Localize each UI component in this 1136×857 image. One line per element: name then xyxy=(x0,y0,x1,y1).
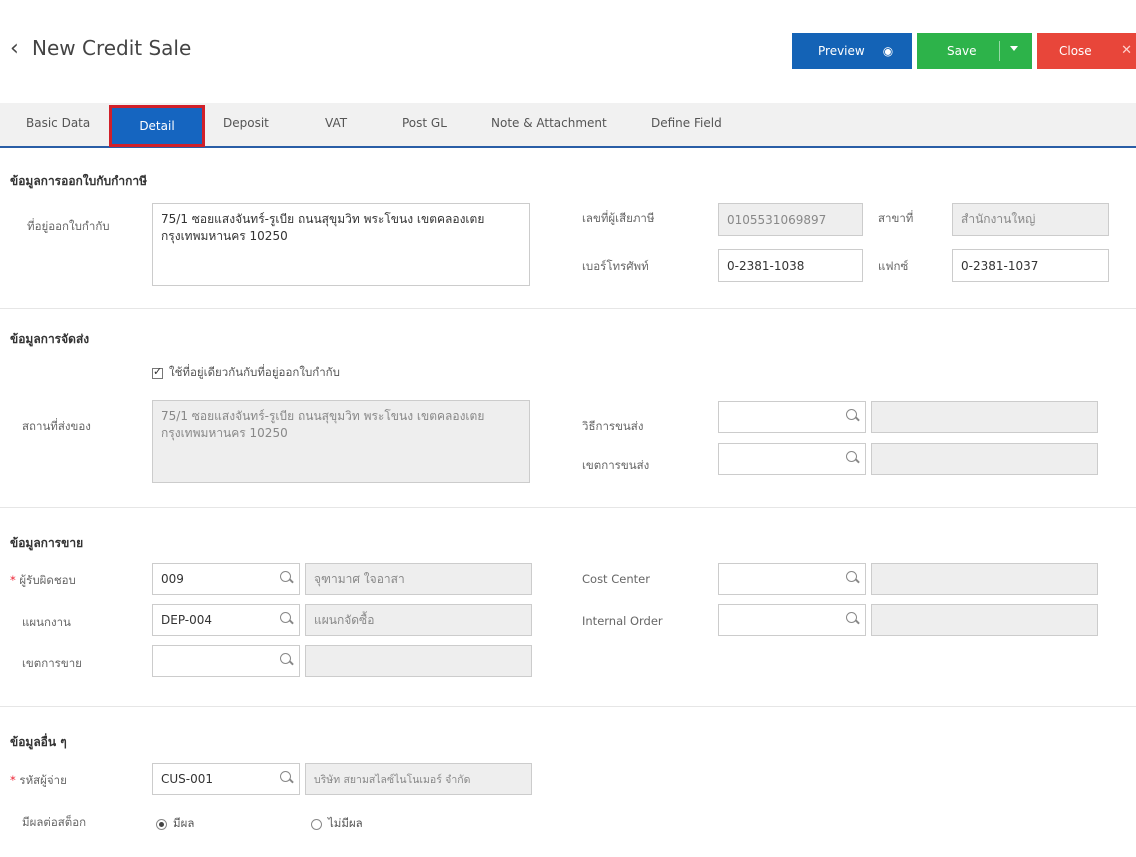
close-button-label: Close xyxy=(1059,44,1092,58)
shipping-zone-label: เขตการขนส่ง xyxy=(582,458,650,472)
internal-order-lookup[interactable] xyxy=(718,604,866,636)
sales-area-lookup[interactable] xyxy=(152,645,300,677)
department-label: แผนกงาน xyxy=(22,615,71,629)
tab-bar: Basic Data Detail Deposit VAT Post GL No… xyxy=(0,103,1136,148)
payer-code: CUS-001 xyxy=(161,772,214,786)
save-button-label: Save xyxy=(947,44,977,58)
same-address-label: ใช้ที่อยู่เดียวกันกับที่อยู่ออกใบกำกับ xyxy=(169,365,340,379)
department-lookup[interactable]: DEP-004 xyxy=(152,604,300,636)
branch-label: สาขาที่ xyxy=(878,211,914,225)
shipping-zone-name xyxy=(871,443,1098,475)
stock-effect-no-radio[interactable]: ไม่มีผล xyxy=(311,815,363,833)
shipping-section-title: ข้อมูลการจัดส่ง xyxy=(10,332,90,346)
stock-effect-no-label: ไม่มีผล xyxy=(328,816,363,830)
save-button[interactable]: Save xyxy=(917,33,1032,69)
phone-label: เบอร์โทรศัพท์ xyxy=(582,259,649,273)
phone-field[interactable]: 0-2381-1038 xyxy=(718,249,863,282)
search-icon[interactable] xyxy=(280,771,291,782)
internal-order-name xyxy=(871,604,1098,636)
eye-icon: ◉ xyxy=(882,44,894,58)
internal-order-label: Internal Order xyxy=(582,614,663,628)
close-icon[interactable]: ✕ xyxy=(1121,43,1132,58)
radio-unselected-icon[interactable] xyxy=(311,818,322,830)
radio-selected-icon[interactable] xyxy=(156,818,167,830)
responsible-code: 009 xyxy=(161,572,184,586)
section-divider xyxy=(0,308,1136,309)
required-marker: * xyxy=(10,573,20,587)
cost-center-lookup[interactable] xyxy=(718,563,866,595)
page-header: ‹ New Credit Sale Preview ◉ Save Close ✕ xyxy=(0,0,1136,98)
department-name: แผนกจัดซื้อ xyxy=(305,604,532,636)
back-chevron-icon[interactable]: ‹ xyxy=(10,36,19,61)
payer-name: บริษัท สยามสไลซ์ไนโนเมอร์ จำกัด xyxy=(305,763,532,795)
department-code: DEP-004 xyxy=(161,613,213,627)
search-icon[interactable] xyxy=(280,653,291,664)
shipping-zone-lookup[interactable] xyxy=(718,443,866,475)
invoice-address-label: ที่อยู่ออกใบกำกับ xyxy=(27,219,110,233)
payer-lookup[interactable]: CUS-001 xyxy=(152,763,300,795)
payer-label-text: รหัสผู้จ่าย xyxy=(19,773,67,787)
fax-field[interactable]: 0-2381-1037 xyxy=(952,249,1109,282)
tab-basic-data[interactable]: Basic Data xyxy=(26,116,90,130)
cost-center-name xyxy=(871,563,1098,595)
ship-to-field: 75/1 ซอยแสงจันทร์-รูเบีย ถนนสุขุมวิท พระ… xyxy=(152,400,530,483)
shipping-method-label: วิธีการขนส่ง xyxy=(582,419,644,433)
shipping-method-name xyxy=(871,401,1098,433)
caret-down-icon[interactable] xyxy=(1010,46,1018,51)
invoice-section-title: ข้อมูลการออกใบกับกำกาษี xyxy=(10,174,148,188)
search-icon[interactable] xyxy=(280,571,291,582)
search-icon[interactable] xyxy=(846,612,857,623)
sales-area-label: เขตการขาย xyxy=(22,656,82,670)
other-section-title: ข้อมูลอื่น ๆ xyxy=(10,735,67,749)
tax-id-label: เลขที่ผู้เสียภาษี xyxy=(582,211,655,225)
search-icon[interactable] xyxy=(280,612,291,623)
checkbox-checked-icon[interactable] xyxy=(152,365,163,379)
tax-id-field: 0105531069897 xyxy=(718,203,863,236)
search-icon[interactable] xyxy=(846,571,857,582)
preview-button-label: Preview xyxy=(818,44,865,58)
tab-vat[interactable]: VAT xyxy=(325,116,347,130)
search-icon[interactable] xyxy=(846,409,857,420)
fax-label: แฟกซ์ xyxy=(878,259,909,273)
payer-label: * รหัสผู้จ่าย xyxy=(10,772,67,790)
shipping-method-lookup[interactable] xyxy=(718,401,866,433)
close-button[interactable]: Close ✕ xyxy=(1037,33,1136,69)
sales-section-title: ข้อมูลการขาย xyxy=(10,536,84,550)
stock-effect-label: มีผลต่อสต็อก xyxy=(22,815,87,829)
stock-effect-yes-label: มีผล xyxy=(173,816,195,830)
search-icon[interactable] xyxy=(846,451,857,462)
responsible-label: * ผู้รับผิดชอบ xyxy=(10,572,76,590)
cost-center-label: Cost Center xyxy=(582,572,650,586)
page-title: New Credit Sale xyxy=(32,36,192,60)
save-split-divider xyxy=(999,41,1000,61)
responsible-lookup[interactable]: 009 xyxy=(152,563,300,595)
same-address-checkbox[interactable]: ใช้ที่อยู่เดียวกันกับที่อยู่ออกใบกำกับ xyxy=(152,364,340,382)
responsible-label-text: ผู้รับผิดชอบ xyxy=(19,573,76,587)
tab-detail[interactable]: Detail xyxy=(109,105,205,147)
tab-define-field[interactable]: Define Field xyxy=(651,116,722,130)
credit-sale-page: ‹ New Credit Sale Preview ◉ Save Close ✕… xyxy=(0,0,1136,857)
responsible-name: จุฑามาศ ใจอาสา xyxy=(305,563,532,595)
branch-field: สำนักงานใหญ่ xyxy=(952,203,1109,236)
tab-note-attachment[interactable]: Note & Attachment xyxy=(491,116,607,130)
ship-to-label: สถานที่ส่งของ xyxy=(22,419,91,433)
section-divider xyxy=(0,507,1136,508)
tab-deposit[interactable]: Deposit xyxy=(223,116,269,130)
sales-area-name xyxy=(305,645,532,677)
stock-effect-yes-radio[interactable]: มีผล xyxy=(156,815,194,833)
section-divider xyxy=(0,706,1136,707)
tab-post-gl[interactable]: Post GL xyxy=(402,116,447,130)
required-marker: * xyxy=(10,773,20,787)
preview-button[interactable]: Preview ◉ xyxy=(792,33,912,69)
invoice-address-field[interactable]: 75/1 ซอยแสงจันทร์-รูเบีย ถนนสุขุมวิท พระ… xyxy=(152,203,530,286)
